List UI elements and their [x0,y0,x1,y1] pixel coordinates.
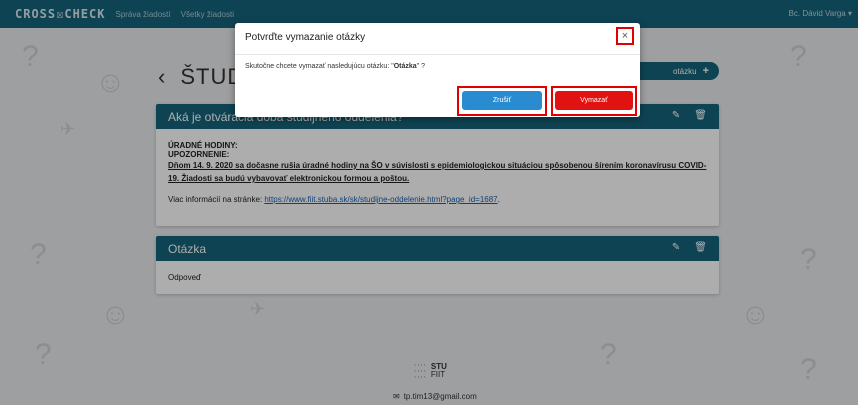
modal-message-suffix: " ? [416,63,425,70]
modal-divider [235,54,640,55]
modal-message: Skutočne chcete vymazať nasledujúcu otáz… [245,63,425,70]
cancel-button[interactable]: Zrušiť [462,91,542,110]
modal-title: Potvrďte vymazanie otázky [245,32,366,43]
close-icon[interactable]: × [616,27,634,45]
confirm-delete-modal: Potvrďte vymazanie otázky × Skutočne chc… [235,23,640,117]
modal-message-prefix: Skutočne chcete vymazať nasledujúcu otáz… [245,63,394,70]
delete-button[interactable]: Vymazať [555,91,633,110]
modal-message-question: Otázka [393,63,417,70]
